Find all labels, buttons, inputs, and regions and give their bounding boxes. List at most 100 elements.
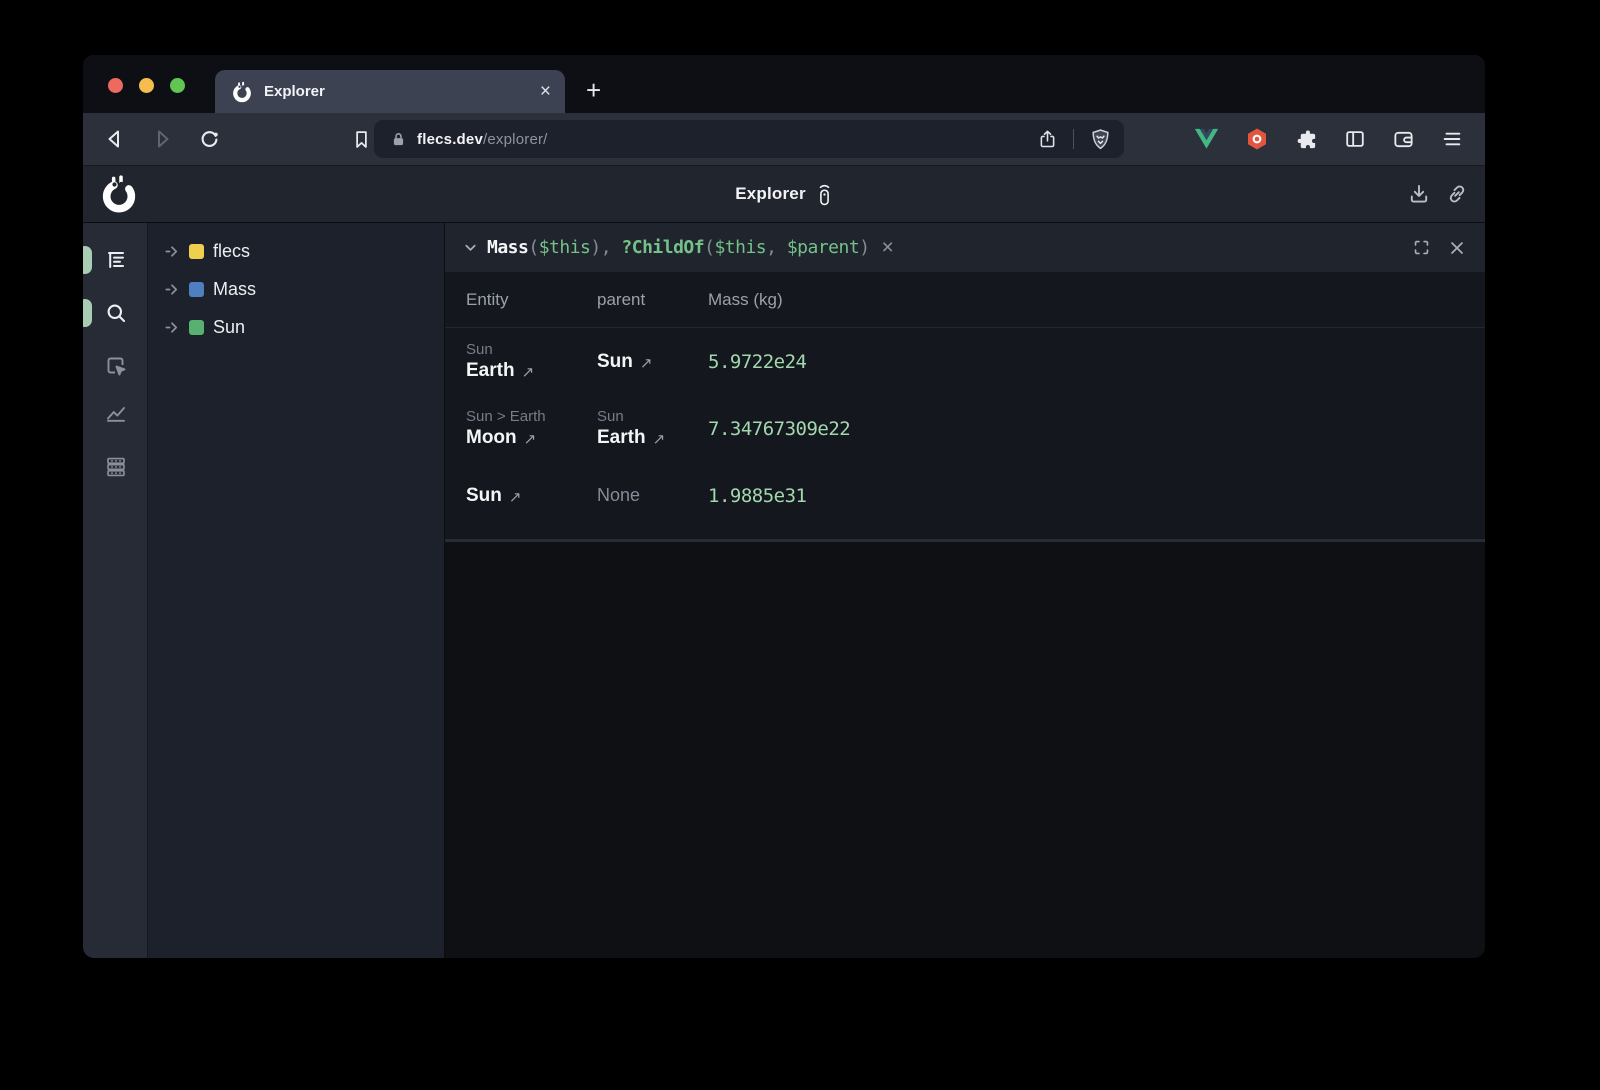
entity-color-swatch <box>189 282 204 297</box>
entity-link[interactable]: Moon <box>466 427 517 449</box>
entity-link[interactable]: Sun <box>466 485 502 507</box>
bookmark-icon[interactable] <box>346 124 376 154</box>
table-header-row: EntityparentMass (kg) <box>445 272 1485 328</box>
hexagon-extension-icon[interactable] <box>1245 127 1269 151</box>
mass-value: 7.34767309e22 <box>708 418 1485 440</box>
query-segment: ( <box>528 237 538 258</box>
url-text: flecs.dev/explorer/ <box>417 131 1037 148</box>
inspect-panel-button[interactable] <box>104 354 128 378</box>
close-panel-icon[interactable] <box>1449 240 1465 256</box>
open-entity-icon[interactable]: ↗ <box>653 430 666 448</box>
query-expression[interactable]: Mass($this), ?ChildOf($this, $parent) <box>487 237 870 258</box>
mass-value: 1.9885e31 <box>708 485 1485 507</box>
parent-link[interactable]: Earth <box>597 427 646 449</box>
query-clear-icon[interactable]: × <box>882 237 894 258</box>
minimize-window-button[interactable] <box>139 78 154 93</box>
entity-path: Sun > Earth <box>466 408 597 425</box>
table-row: Sun > Earth Moon ↗ Sun Earth ↗ 7.3476730… <box>445 395 1485 462</box>
tree-item[interactable]: Mass <box>148 270 444 308</box>
query-segment: $this <box>539 237 591 258</box>
table-row: Sun ↗ None 1.9885e31 <box>445 462 1485 529</box>
flecs-favicon-icon <box>231 81 253 103</box>
parent-cell: None <box>597 485 708 506</box>
memory-panel-button[interactable] <box>104 455 128 479</box>
query-panel: Mass($this), ?ChildOf($this, $parent) × <box>445 223 1485 542</box>
link-icon[interactable] <box>1445 182 1469 206</box>
share-icon[interactable] <box>1037 129 1058 150</box>
forward-button[interactable] <box>147 124 177 154</box>
brave-shield-icon[interactable] <box>1089 128 1112 151</box>
tab-title: Explorer <box>264 83 540 100</box>
tab-strip: Explorer × + <box>83 55 1485 113</box>
menu-icon[interactable] <box>1441 128 1463 150</box>
app-header: Explorer <box>83 165 1485 222</box>
expand-arrow-icon[interactable] <box>163 281 180 298</box>
column-header: Entity <box>466 290 597 310</box>
wallet-icon[interactable] <box>1392 128 1415 151</box>
open-entity-icon[interactable]: ↗ <box>522 363 535 381</box>
browser-toolbar: flecs.dev/explorer/ <box>83 113 1485 165</box>
query-panel-buttons <box>1413 239 1465 256</box>
sidebar-toggle-icon[interactable] <box>1344 128 1366 150</box>
entity-cell: Sun Earth ↗ <box>466 341 597 382</box>
screen-background: Explorer × + <box>0 0 1600 1090</box>
url-domain: flecs.dev <box>417 131 483 148</box>
column-header: parent <box>597 290 708 310</box>
fullscreen-icon[interactable] <box>1413 239 1430 256</box>
open-entity-icon[interactable]: ↗ <box>640 354 653 372</box>
tree-item[interactable]: Sun <box>148 308 444 346</box>
open-entity-icon[interactable]: ↗ <box>509 488 522 506</box>
tree-item-label: Mass <box>213 279 256 300</box>
browser-window: Explorer × + <box>83 55 1485 958</box>
new-tab-button[interactable]: + <box>586 77 601 103</box>
query-segment: , <box>766 237 787 258</box>
url-path: /explorer/ <box>483 131 548 148</box>
tab-close-icon[interactable]: × <box>540 82 551 101</box>
table-row: Sun Earth ↗ Sun ↗ 5.9722e24 <box>445 328 1485 395</box>
entity-tree-panel: flecs Mass Sun <box>148 223 445 958</box>
query-segment: Mass <box>487 237 528 258</box>
entity-tree-panel-button[interactable] <box>104 248 128 272</box>
entity-cell: Sun > Earth Moon ↗ <box>466 408 597 449</box>
download-icon[interactable] <box>1407 182 1431 206</box>
expand-arrow-icon[interactable] <box>163 243 180 260</box>
refresh-button[interactable] <box>194 124 224 154</box>
parent-cell: Sun Earth ↗ <box>597 408 708 449</box>
search-panel-button[interactable] <box>104 301 128 325</box>
query-results-table: EntityparentMass (kg) Sun Earth ↗ Sun ↗ … <box>445 272 1485 539</box>
app-header-actions <box>1407 182 1469 206</box>
back-button[interactable] <box>100 124 130 154</box>
tree-item-label: flecs <box>213 241 250 262</box>
entity-tree-list: flecs Mass Sun <box>148 232 444 346</box>
entity-color-swatch <box>189 320 204 335</box>
entity-path: Sun <box>466 341 597 358</box>
content-area: flecs Mass Sun <box>83 222 1485 958</box>
expand-arrow-icon[interactable] <box>163 319 180 336</box>
traffic-lights <box>108 78 185 93</box>
stats-panel-button[interactable] <box>104 402 128 426</box>
address-bar[interactable]: flecs.dev/explorer/ <box>374 120 1124 158</box>
query-header: Mass($this), ?ChildOf($this, $parent) × <box>445 223 1485 272</box>
chevron-down-icon[interactable] <box>463 240 478 255</box>
parent-link[interactable]: Sun <box>597 351 633 373</box>
extensions-puzzle-icon[interactable] <box>1295 128 1318 151</box>
browser-tab-explorer[interactable]: Explorer × <box>215 70 565 113</box>
tree-item-label: Sun <box>213 317 245 338</box>
query-segment: $this <box>714 237 766 258</box>
app-title: Explorer <box>735 184 806 204</box>
parent-path: Sun <box>597 408 708 425</box>
table-body: Sun Earth ↗ Sun ↗ 5.9722e24 Sun > Earth … <box>445 328 1485 529</box>
close-window-button[interactable] <box>108 78 123 93</box>
query-segment: $parent <box>787 237 859 258</box>
sidebar-rail <box>83 223 148 958</box>
column-header: Mass (kg) <box>708 290 1485 310</box>
entity-link[interactable]: Earth <box>466 360 515 382</box>
tree-item[interactable]: flecs <box>148 232 444 270</box>
main-panel: Mass($this), ?ChildOf($this, $parent) × <box>445 223 1485 958</box>
vue-devtools-icon[interactable] <box>1194 128 1219 150</box>
zoom-window-button[interactable] <box>170 78 185 93</box>
active-panel-pill <box>83 246 92 274</box>
parent-link: None <box>597 485 640 506</box>
remote-connection-icon[interactable] <box>816 182 833 207</box>
open-entity-icon[interactable]: ↗ <box>524 430 537 448</box>
